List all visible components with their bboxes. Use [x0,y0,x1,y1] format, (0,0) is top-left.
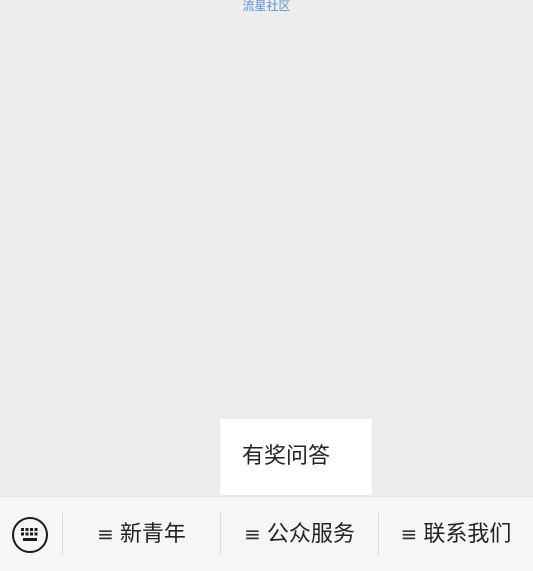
source-link[interactable]: 流星社区 [0,0,533,14]
bottom-menu-bar: ≡ 新青年 ≡ 公众服务 ≡ 联系我们 [0,496,533,571]
menu-tab-contact-us[interactable]: ≡ 联系我们 [379,497,533,571]
menu-list-icon: ≡ [97,522,114,546]
submenu-popup: 有奖问答 [220,419,372,495]
menu-list-icon: ≡ [244,522,261,546]
submenu-item-quiz[interactable]: 有奖问答 [220,419,372,495]
menu-tab-public-service[interactable]: ≡ 公众服务 [221,497,378,571]
menu-tab-label: 公众服务 [266,522,355,547]
chat-page: 流星社区 有奖问答 ≡ 新青年 ≡ 公众服务 ≡ 联系我们 [0,0,533,571]
keyboard-icon [12,517,48,553]
menu-tab-new-youth[interactable]: ≡ 新青年 [63,497,220,571]
menu-list-icon: ≡ [400,522,418,546]
menu-tab-label: 联系我们 [423,522,512,547]
menu-tab-label: 新青年 [119,522,186,547]
keyboard-toggle-button[interactable] [0,497,62,571]
